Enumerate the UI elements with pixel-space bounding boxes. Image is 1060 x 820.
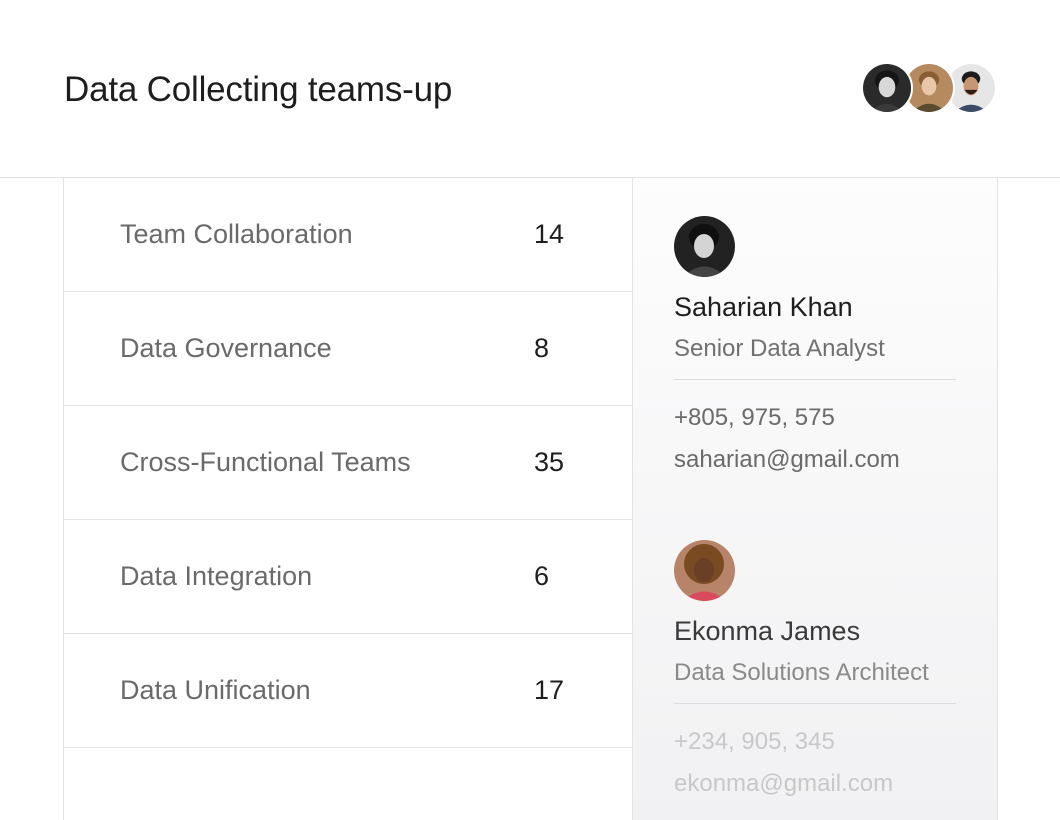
category-label: Team Collaboration [120, 219, 353, 249]
contact-email[interactable]: saharian@gmail.com [674, 446, 956, 474]
contact-card[interactable]: Saharian Khan Senior Data Analyst +805, … [674, 216, 956, 474]
divider [674, 703, 956, 704]
contact-role: Data Solutions Architect [674, 659, 929, 686]
contact-card[interactable]: Ekonma James Data Solutions Architect +2… [674, 540, 956, 798]
contact-name: Ekonma James [674, 616, 861, 646]
table-row[interactable]: Cross-Functional Teams 35 [64, 406, 633, 520]
contact-phone[interactable]: +805, 975, 575 [674, 404, 956, 432]
divider [674, 379, 956, 380]
contact-email[interactable]: ekonma@gmail.com [674, 770, 956, 798]
category-count: 17 [534, 675, 565, 705]
category-count: 6 [534, 561, 550, 591]
avatar [674, 216, 735, 277]
category-label: Data Unification [120, 675, 311, 705]
category-label: Cross-Functional Teams [120, 447, 411, 477]
category-count: 8 [534, 333, 550, 363]
table-row[interactable]: Data Integration 6 [64, 520, 633, 634]
contacts-panel: Saharian Khan Senior Data Analyst +805, … [633, 178, 998, 820]
contact-phone[interactable]: +234, 905, 345 [674, 728, 956, 756]
category-table: Team Collaboration 14 Data Governance 8 … [63, 178, 633, 820]
contact-name: Saharian Khan [674, 292, 853, 322]
page-header: Data Collecting teams-up [0, 0, 1060, 178]
avatar [674, 540, 735, 601]
category-label: Data Governance [120, 333, 332, 363]
category-count: 14 [534, 219, 565, 249]
contact-role: Senior Data Analyst [674, 335, 885, 362]
table-row[interactable]: Team Collaboration 14 [64, 178, 633, 292]
table-row[interactable]: Data Governance 8 [64, 292, 633, 406]
table-row[interactable]: Data Unification 17 [64, 634, 633, 748]
page-title: Data Collecting teams-up [64, 70, 453, 109]
category-count: 35 [534, 447, 565, 477]
category-label: Data Integration [120, 561, 313, 591]
avatar[interactable] [861, 62, 913, 114]
